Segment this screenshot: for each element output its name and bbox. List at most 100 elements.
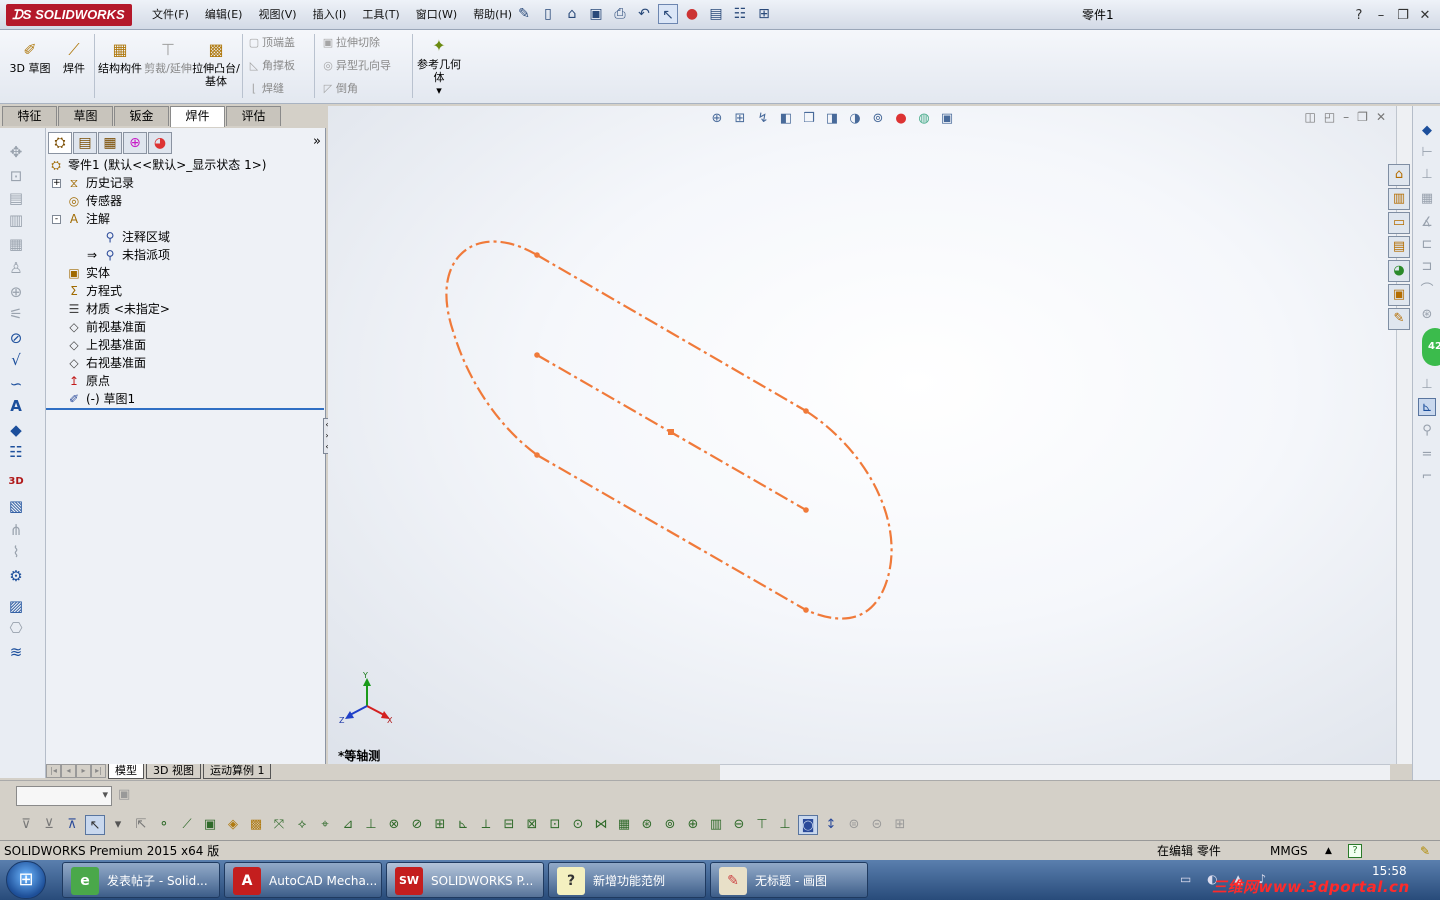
graphics-area[interactable]: ⊕ ⊞ ↯ ◧ ❒ ◨ ◑ ⊚ ● ◍ ▣ ◫ ◰ – ❐ ✕ Y X Z *等…: [328, 106, 1398, 764]
select-all-filter-icon[interactable]: ⇱: [131, 815, 151, 835]
customize-icon[interactable]: ⊞: [754, 4, 774, 24]
smart-dimension-icon[interactable]: ⊘: [6, 328, 26, 348]
taskbar-app-paint[interactable]: ✎ 无标题 - 画图: [710, 862, 868, 898]
tree-item[interactable]: ◇ 上视基准面: [46, 336, 324, 354]
sketch-point[interactable]: [803, 607, 809, 613]
filter-yaxis-icon[interactable]: ⊥: [775, 815, 795, 835]
tree-item[interactable]: ↥ 原点: [46, 372, 324, 390]
filter-sketch-points-icon[interactable]: ⌖: [315, 815, 335, 835]
filter-blocks-icon[interactable]: ▦: [614, 815, 634, 835]
filter-dropdown-icon[interactable]: ▾: [108, 815, 128, 835]
slot-upper-line[interactable]: [536, 254, 807, 412]
system-clock[interactable]: 15:58: [1372, 864, 1407, 878]
curve-icon[interactable]: ⌇: [6, 542, 26, 562]
taskbar-app-autocad[interactable]: A AutoCAD Mecha...: [224, 862, 382, 898]
expand-panel-icon[interactable]: »: [313, 134, 321, 149]
filter-dowel-pin-icon[interactable]: ⊛: [637, 815, 657, 835]
menu-edit[interactable]: 编辑(E): [197, 0, 251, 30]
tab-motion-study[interactable]: 运动算例 1: [202, 764, 272, 779]
help-question-icon[interactable]: ?: [1350, 8, 1368, 23]
filter-connection-points-icon[interactable]: ⊚: [660, 815, 680, 835]
new-document-icon[interactable]: ▯: [538, 4, 558, 24]
tab-model[interactable]: 模型: [108, 764, 144, 779]
tree-item[interactable]: Σ 方程式: [46, 282, 324, 300]
undo-icon[interactable]: ↶: [634, 4, 654, 24]
open-folder-icon[interactable]: ⌂: [562, 4, 582, 24]
file-explorer-icon[interactable]: ▭: [1388, 212, 1410, 234]
fully-define-icon[interactable]: ⊛: [1418, 306, 1436, 324]
edit-pencil-icon[interactable]: ✎: [1420, 841, 1430, 861]
menu-help[interactable]: 帮助(H): [465, 0, 520, 30]
view-orient-icon[interactable]: ▦: [6, 234, 26, 254]
tab-weldments[interactable]: 焊件: [170, 106, 225, 127]
next-tab-icon[interactable]: ▸: [76, 764, 91, 778]
baseline-dimension-icon[interactable]: ▦: [1418, 190, 1436, 208]
tree-rollback-bar[interactable]: [46, 408, 324, 410]
minimize-icon[interactable]: –: [1372, 8, 1390, 23]
toggle-filter-icon[interactable]: ⊽: [16, 815, 36, 835]
filter-solid-bodies-icon[interactable]: ▩: [246, 815, 266, 835]
filter-surface-bodies-icon[interactable]: ◈: [223, 815, 243, 835]
expand-toggle-icon[interactable]: +: [52, 179, 61, 188]
path-length-icon[interactable]: ⌒: [1418, 282, 1436, 300]
sketch-frame-icon[interactable]: ▥: [6, 210, 26, 230]
performance-badge[interactable]: 42: [1422, 328, 1440, 366]
filter-disabled-a-icon[interactable]: ⊜: [844, 815, 864, 835]
horizontal-dimension-icon[interactable]: ⊢: [1418, 144, 1436, 162]
unit-menu-arrow-icon[interactable]: ▲: [1325, 841, 1332, 861]
smart-dimension-right-icon[interactable]: ◆: [1418, 122, 1436, 140]
tree-item[interactable]: ◇ 右视基准面: [46, 354, 324, 372]
graphics-horizontal-scrollbar[interactable]: [720, 764, 1390, 780]
structural-member-button[interactable]: ▦ 结构构件: [96, 40, 144, 75]
filter-arrow-icon[interactable]: ↕: [821, 815, 841, 835]
unit-system[interactable]: MMGS: [1270, 841, 1308, 861]
table-icon[interactable]: ☷: [6, 442, 26, 462]
menu-view[interactable]: 视图(V): [250, 0, 304, 30]
menu-insert[interactable]: 插入(I): [305, 0, 355, 30]
solidworks-resources-icon[interactable]: ⌂: [1388, 164, 1410, 186]
taskbar-app-solidworks[interactable]: SW SOLIDWORKS P...: [386, 862, 544, 898]
end-cap-button[interactable]: ▢ 顶端盖: [246, 34, 295, 52]
prev-tab-icon[interactable]: ◂: [61, 764, 76, 778]
extrude-boss-button[interactable]: ▩ 拉伸凸台/基体: [192, 40, 240, 88]
filter-weld-symbols-icon[interactable]: ⊡: [545, 815, 565, 835]
tree-item[interactable]: ◎ 传感器: [46, 192, 324, 210]
configuration-manager-tab-icon[interactable]: ▦: [98, 132, 122, 154]
filter-center-marks-icon[interactable]: ⊗: [384, 815, 404, 835]
menu-file[interactable]: 文件(F): [144, 0, 197, 30]
sketch-point[interactable]: [534, 252, 540, 258]
close-icon[interactable]: ✕: [1416, 8, 1434, 23]
add-relation-icon[interactable]: ⊥: [1418, 376, 1436, 394]
spline-icon[interactable]: ∽: [6, 374, 26, 394]
ordinate-dimension-icon[interactable]: ⊏: [1418, 236, 1436, 254]
tree-item[interactable]: ◇ 前视基准面: [46, 318, 324, 336]
windows-logo-icon[interactable]: ⊞: [6, 861, 46, 899]
weld-bead-button[interactable]: ⌊ 焊缝: [246, 80, 284, 98]
file-properties-icon[interactable]: ▤: [706, 4, 726, 24]
tree-item[interactable]: ✐ (-) 草图1: [46, 390, 324, 408]
tree-item[interactable]: ⚲ 注释区域: [46, 228, 324, 246]
select-pointer-icon[interactable]: ↖: [658, 4, 678, 24]
slot-left-arc[interactable]: [445, 240, 538, 456]
taskbar-app-whats-new[interactable]: ? 新增功能范例: [548, 862, 706, 898]
filter-routing-points-icon[interactable]: ⊕: [683, 815, 703, 835]
slot-right-arc[interactable]: [805, 410, 893, 620]
sketch-3d-button[interactable]: ✐ 3D 草图: [6, 40, 54, 75]
filter-disabled-b-icon[interactable]: ⊝: [867, 815, 887, 835]
filter-datum-features-icon[interactable]: ⊠: [522, 815, 542, 835]
symmetric-icon[interactable]: ⚟: [6, 304, 26, 324]
macro-icon[interactable]: ⎔: [6, 618, 26, 638]
tree-root[interactable]: ⛭ 零件1 (默认<<默认>_显示状态 1>): [46, 156, 324, 174]
tree-item[interactable]: + ⧖ 历史记录: [46, 174, 324, 192]
options-icon[interactable]: ☷: [730, 4, 750, 24]
tree-item[interactable]: ☰ 材质 <未指定>: [46, 300, 324, 318]
collapse-toggle-icon[interactable]: -: [52, 215, 61, 224]
trim-extend-button[interactable]: ⊤ 剪裁/延伸: [144, 40, 192, 75]
slot-lower-line[interactable]: [536, 454, 807, 611]
gusset-button[interactable]: ◺ 角撑板: [246, 57, 295, 75]
hole-wizard-button[interactable]: ◎ 异型孔向导: [320, 57, 391, 75]
weldment-button[interactable]: ⟋ 焊件: [52, 40, 96, 75]
chain-dimension-icon[interactable]: ⊐: [1418, 258, 1436, 276]
tab-3d-views[interactable]: 3D 视图: [146, 764, 201, 779]
filter-faces-icon[interactable]: ▣: [200, 815, 220, 835]
